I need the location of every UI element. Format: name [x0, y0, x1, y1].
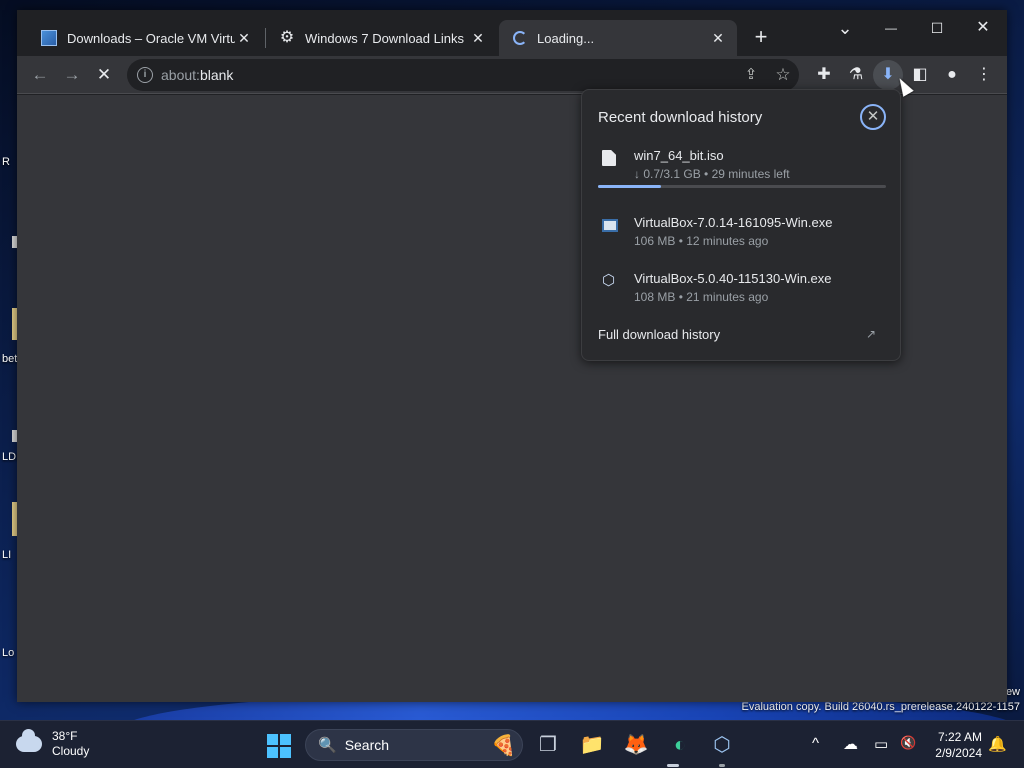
full-download-history-link[interactable]: Full download history [598, 327, 720, 342]
site-info-icon[interactable]: i [137, 67, 153, 83]
volume-muted-icon[interactable]: 🔇 [900, 735, 916, 751]
chrome-icon[interactable]: ◐ [666, 731, 694, 759]
tab-loading[interactable]: Loading... ✕ [499, 20, 737, 56]
downloads-bubble: Recent download history ✕ win7_64_bit.is… [581, 89, 901, 361]
taskbar: 38°F Cloudy 🔍 Search 🍕 ❐ 📁 🦊 ◐ ⬡ ^ ☁ ▭ 🔇… [0, 720, 1024, 768]
taskbar-search[interactable]: 🔍 Search 🍕 [305, 729, 523, 761]
downloads-close-button[interactable]: ✕ [860, 104, 886, 130]
share-icon[interactable]: ⇪ [741, 65, 761, 85]
url-host: blank [199, 67, 234, 83]
running-indicator [667, 764, 679, 767]
search-icon: 🔍 [318, 737, 337, 754]
loading-spinner-icon [513, 31, 527, 45]
notification-bell-icon[interactable]: 🔔 [988, 735, 1007, 753]
tab-strip: Downloads – Oracle VM VirtualBox ✕ ⚙ Win… [17, 10, 1007, 56]
bookmark-star-icon[interactable]: ☆ [773, 65, 793, 85]
download-progress-fill [598, 185, 662, 188]
download-status: 108 MB • 21 minutes ago [634, 290, 769, 304]
desktop-icon-label[interactable]: R [2, 156, 10, 168]
url-scheme: about: [161, 67, 200, 83]
search-highlight-icon: 🍕 [491, 735, 516, 757]
new-tab-button[interactable]: + [747, 24, 775, 52]
weather-widget[interactable]: 38°F Cloudy [16, 729, 89, 759]
windows-logo-pane [267, 734, 278, 745]
download-progress-bar [598, 185, 886, 188]
cloud-icon [16, 729, 42, 752]
windows-logo-pane [280, 747, 291, 758]
onedrive-icon[interactable]: ☁ [843, 735, 858, 753]
menu-icon[interactable]: ⋮ [969, 60, 999, 90]
download-item[interactable]: win7_64_bit.iso ↓ 0.7/3.1 GB • 29 minute… [598, 148, 888, 198]
tab-virtualbox-downloads[interactable]: Downloads – Oracle VM VirtualBox ✕ [27, 20, 263, 56]
downloads-title: Recent download history [598, 109, 763, 126]
open-external-icon[interactable]: ↗ [866, 327, 876, 341]
weather-desc: Cloudy [52, 744, 90, 758]
clock[interactable]: 7:22 AM 2/9/2024 [928, 729, 982, 761]
close-icon[interactable]: ✕ [235, 30, 253, 47]
windows-logo-pane [267, 747, 278, 758]
download-item[interactable]: ⬡ VirtualBox-5.0.40-115130-Win.exe 108 M… [598, 271, 888, 307]
weather-temp: 38°F [52, 729, 78, 743]
file-icon [602, 150, 616, 166]
display-icon[interactable]: ▭ [874, 735, 888, 753]
download-status: 106 MB • 12 minutes ago [634, 234, 769, 248]
tab-title: Loading... [537, 30, 595, 46]
windows-logo-pane [280, 734, 291, 745]
close-icon[interactable]: ✕ [469, 30, 487, 47]
evaluation-watermark: Evaluation copy. Build 26040.rs_prerelea… [741, 701, 1020, 713]
desktop-icon-label[interactable]: Lo [2, 647, 14, 659]
tab-windows7-links[interactable]: ⚙ Windows 7 Download Links ✕ [265, 20, 497, 56]
download-filename: win7_64_bit.iso [634, 148, 724, 163]
extensions-icon[interactable]: ✚ [809, 60, 839, 90]
profile-icon[interactable]: ● [937, 60, 967, 90]
firefox-icon[interactable]: 🦊 [622, 731, 650, 759]
desktop-icon-label[interactable]: LI [2, 549, 11, 561]
close-icon[interactable]: ✕ [709, 30, 727, 47]
back-button[interactable]: ← [25, 60, 55, 90]
maximize-button[interactable]: ☐ [914, 14, 960, 44]
stop-button[interactable]: ✕ [89, 60, 119, 90]
virtualbox-icon [41, 30, 57, 46]
desktop-icon-label[interactable]: bet [2, 353, 17, 365]
forward-button[interactable]: → [57, 60, 87, 90]
address-bar[interactable]: i about: blank ⇪ ☆ [127, 59, 799, 91]
clock-time: 7:22 AM [937, 730, 982, 744]
tab-search-icon[interactable]: ⌄ [822, 14, 868, 44]
labs-flask-icon[interactable]: ⚗ [841, 60, 871, 90]
file-explorer-icon[interactable]: 📁 [578, 731, 606, 759]
clock-date: 2/9/2024 [935, 746, 982, 760]
start-button[interactable] [267, 734, 291, 758]
watermark-fragment: ew [1005, 686, 1020, 698]
window-close-button[interactable]: ✕ [960, 14, 1006, 44]
running-indicator [719, 764, 725, 767]
virtualbox-cube-icon: ⬡ [602, 272, 616, 289]
search-label: Search [344, 737, 390, 753]
virtualbox-icon[interactable]: ⬡ [708, 731, 736, 759]
download-status: ↓ 0.7/3.1 GB • 29 minutes left [634, 167, 790, 181]
download-filename: VirtualBox-5.0.40-115130-Win.exe [634, 271, 832, 286]
gear-icon: ⚙ [279, 29, 295, 46]
exe-icon [602, 219, 618, 232]
download-item[interactable]: VirtualBox-7.0.14-161095-Win.exe 106 MB … [598, 215, 888, 251]
minimize-button[interactable]: — [868, 14, 914, 44]
task-view-icon[interactable]: ❐ [534, 731, 562, 759]
tab-title: Windows 7 Download Links [305, 30, 464, 46]
download-filename: VirtualBox-7.0.14-161095-Win.exe [634, 215, 833, 230]
tab-title: Downloads – Oracle VM VirtualBox [67, 30, 235, 46]
tray-chevron-icon[interactable]: ^ [812, 735, 819, 752]
